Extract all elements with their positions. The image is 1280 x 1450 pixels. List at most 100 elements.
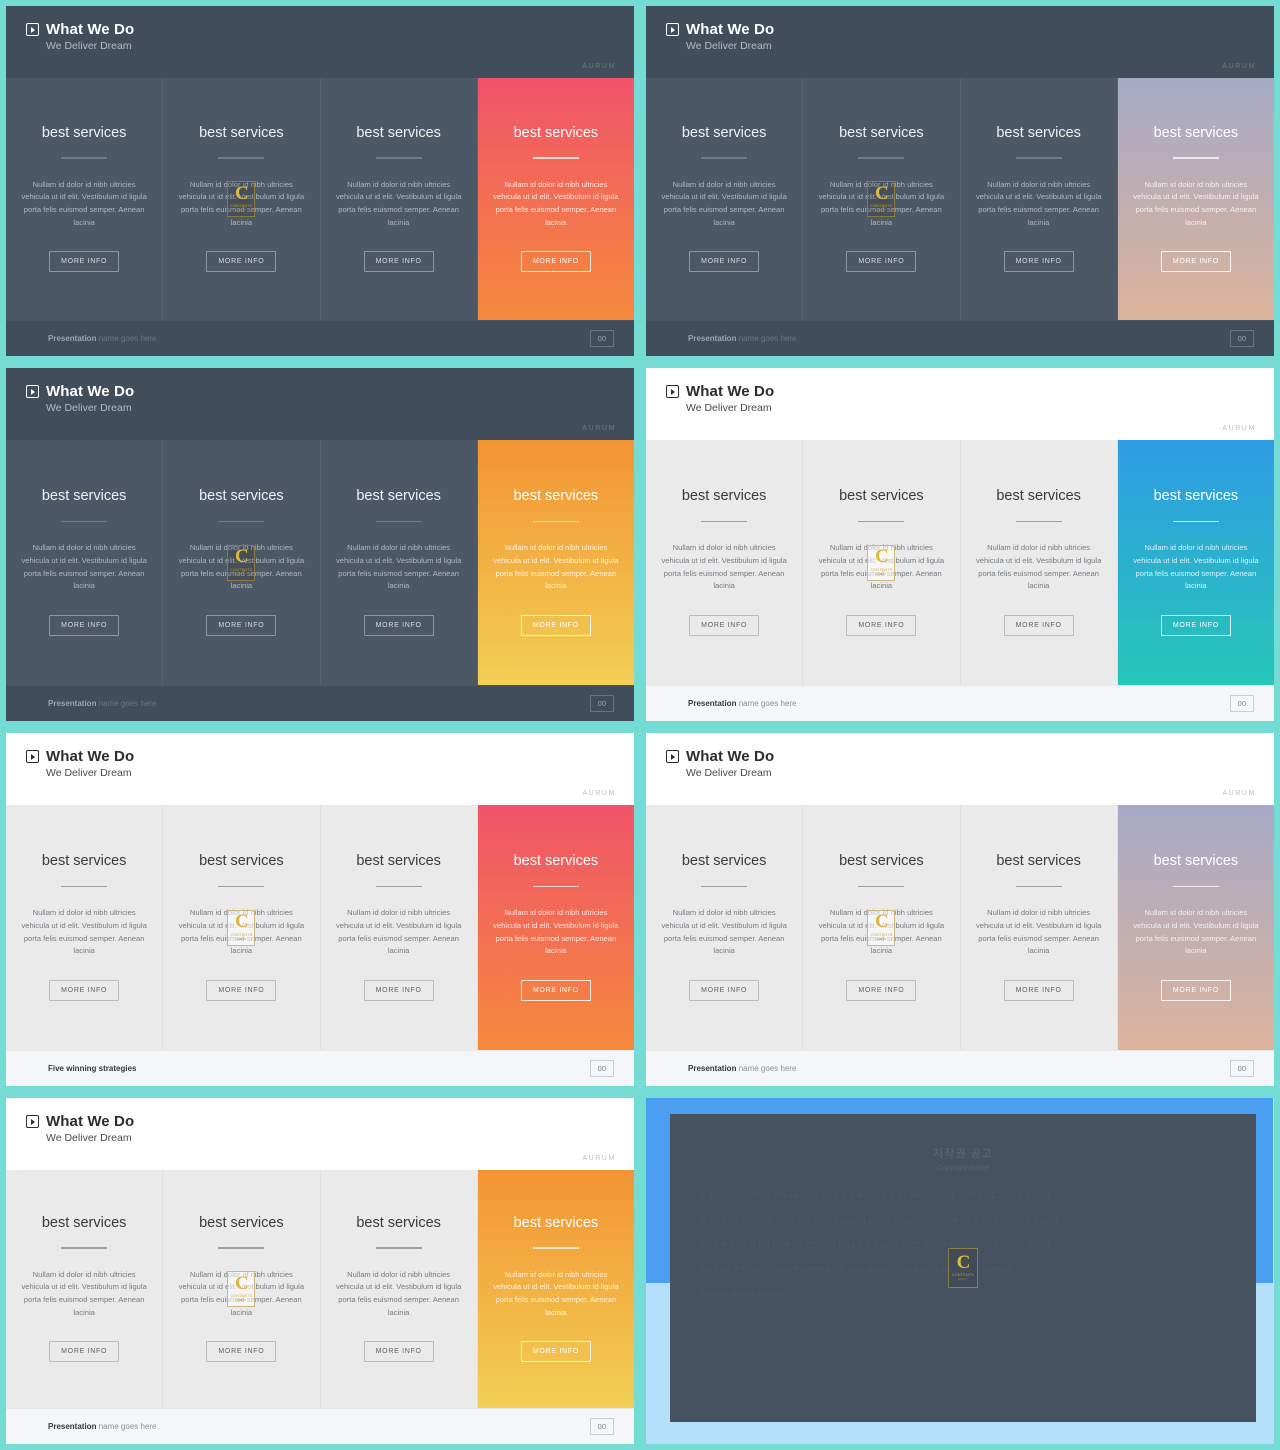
logo-letter: C <box>235 182 249 204</box>
service-card[interactable]: best services Nullam id dolor id nibh ul… <box>320 1170 478 1408</box>
logo-line2: FAMILY <box>957 1278 969 1282</box>
more-info-button[interactable]: MORE INFO <box>206 1341 277 1363</box>
cards-strip: best services Nullam id dolor id nibh ul… <box>6 805 634 1050</box>
more-info-button[interactable]: MORE INFO <box>520 979 591 1001</box>
logo-line1: CONTENTS <box>870 204 893 209</box>
footer-caption: Presentation name goes here <box>688 699 797 708</box>
more-info-button[interactable]: MORE INFO <box>846 614 917 636</box>
more-info-button[interactable]: MORE INFO <box>1003 979 1074 1001</box>
more-info-button[interactable]: MORE INFO <box>689 979 760 1001</box>
slide-5[interactable]: What We Do We Deliver Dream AURUM best s… <box>6 733 634 1086</box>
card-title: best services <box>199 124 284 141</box>
more-info-button[interactable]: MORE INFO <box>206 614 277 636</box>
more-info-button[interactable]: MORE INFO <box>520 251 591 273</box>
card-title: best services <box>199 1214 284 1231</box>
more-info-button[interactable]: MORE INFO <box>363 614 434 636</box>
more-info-button[interactable]: MORE INFO <box>49 1341 120 1363</box>
slide-footer: Presentation name goes here 00 <box>646 1050 1274 1086</box>
service-card[interactable]: best services Nullam id dolor id nibh ul… <box>960 440 1118 685</box>
service-card[interactable]: best services Nullam id dolor id nibh ul… <box>163 78 321 320</box>
card-title: best services <box>41 853 127 870</box>
more-info-button[interactable]: MORE INFO <box>49 979 120 1001</box>
service-card[interactable]: best services Nullam id dolor id nibh ul… <box>163 1170 321 1408</box>
more-info-button[interactable]: MORE INFO <box>520 1341 591 1363</box>
slide-footer: Presentation name goes here 00 <box>6 320 634 356</box>
slide-2[interactable]: What We Do We Deliver Dream AURUM best s… <box>646 6 1274 356</box>
slide-4[interactable]: What We Do We Deliver Dream AURUM best s… <box>646 368 1274 721</box>
service-card[interactable]: best services Nullam id dolor id nibh ul… <box>646 805 804 1050</box>
more-info-button[interactable]: MORE INFO <box>689 251 760 273</box>
card-divider <box>858 157 905 159</box>
service-card-accent[interactable]: best services Nullam id dolor id nibh ul… <box>477 78 634 320</box>
service-card[interactable]: best services Nullam id dolor id nibh ul… <box>6 805 164 1050</box>
service-card-accent[interactable]: best services Nullam id dolor id nibh ul… <box>1117 805 1274 1050</box>
more-info-button[interactable]: MORE INFO <box>363 979 434 1001</box>
service-card[interactable]: best services Nullam id dolor id nibh ul… <box>803 805 961 1050</box>
card-description: Nullam id dolor id nibh ultricies vehicu… <box>975 908 1102 956</box>
card-description: Nullam id dolor id nibh ultricies vehicu… <box>661 543 787 591</box>
slide-cell-1: What We Do We Deliver Dream AURUM best s… <box>0 0 640 362</box>
service-card-accent[interactable]: best services Nullam id dolor id nibh ul… <box>477 805 634 1050</box>
logo-letter: C <box>875 911 889 933</box>
service-card[interactable]: best services Nullam id dolor id nibh ul… <box>6 78 164 320</box>
card-title: best services <box>681 124 767 141</box>
more-info-button[interactable]: MORE INFO <box>1160 251 1231 273</box>
more-info-button[interactable]: MORE INFO <box>1003 251 1074 273</box>
page-title: What We Do <box>686 748 775 765</box>
service-card[interactable]: best services Nullam id dolor id nibh ul… <box>6 440 164 685</box>
page-subtitle: We Deliver Dream <box>46 40 132 52</box>
slide-cell-2: What We Do We Deliver Dream AURUM best s… <box>640 0 1280 362</box>
more-info-button[interactable]: MORE INFO <box>1160 614 1231 636</box>
card-description: Nullam id dolor id nibh ultricies vehicu… <box>1133 908 1259 956</box>
card-title: best services <box>41 124 127 141</box>
slide-grid: What We Do We Deliver Dream AURUM best s… <box>0 0 1280 1450</box>
service-card-accent[interactable]: best services Nullam id dolor id nibh ul… <box>1117 440 1274 685</box>
slide-6[interactable]: What We Do We Deliver Dream AURUM best s… <box>646 733 1274 1086</box>
card-description: Nullam id dolor id nibh ultricies vehicu… <box>335 1269 462 1317</box>
cards-strip: best services Nullam id dolor id nibh ul… <box>646 805 1274 1050</box>
cards-strip: best services Nullam id dolor id nibh ul… <box>6 1170 634 1408</box>
service-card[interactable]: best services Nullam id dolor id nibh ul… <box>320 440 478 685</box>
card-divider <box>218 520 265 523</box>
service-card[interactable]: best services Nullam id dolor id nibh ul… <box>320 78 478 320</box>
service-card[interactable]: best services Nullam id dolor id nibh ul… <box>960 78 1118 320</box>
service-card[interactable]: best services Nullam id dolor id nibh ul… <box>163 805 321 1050</box>
service-card[interactable]: best services Nullam id dolor id nibh ul… <box>646 78 804 320</box>
cards-strip: best services Nullam id dolor id nibh ul… <box>6 440 634 685</box>
card-description: Nullam id dolor id nibh ultricies vehicu… <box>21 543 147 591</box>
slide-cell-3: What We Do We Deliver Dream AURUM best s… <box>0 362 640 727</box>
more-info-button[interactable]: MORE INFO <box>689 614 760 636</box>
footer-caption: Presentation name goes here <box>48 1422 157 1431</box>
service-card-accent[interactable]: best services Nullam id dolor id nibh ul… <box>477 1170 634 1408</box>
more-info-button[interactable]: MORE INFO <box>206 251 277 273</box>
more-info-button[interactable]: MORE INFO <box>846 979 917 1001</box>
slide-7[interactable]: What We Do We Deliver Dream AURUM best s… <box>6 1098 634 1444</box>
logo-letter: C <box>956 1251 971 1273</box>
more-info-button[interactable]: MORE INFO <box>1160 979 1231 1001</box>
service-card[interactable]: best services Nullam id dolor id nibh ul… <box>320 805 478 1050</box>
service-card[interactable]: best services Nullam id dolor id nibh ul… <box>163 440 321 685</box>
service-card-accent[interactable]: best services Nullam id dolor id nibh ul… <box>1117 78 1274 320</box>
more-info-button[interactable]: MORE INFO <box>363 251 434 273</box>
service-card-accent[interactable]: best services Nullam id dolor id nibh ul… <box>477 440 634 685</box>
more-info-button[interactable]: MORE INFO <box>846 251 917 273</box>
more-info-button[interactable]: MORE INFO <box>363 1341 434 1363</box>
card-description: Nullam id dolor id nibh ultricies vehicu… <box>1133 543 1259 591</box>
more-info-button[interactable]: MORE INFO <box>1003 614 1074 636</box>
slide-3[interactable]: What We Do We Deliver Dream AURUM best s… <box>6 368 634 721</box>
card-divider <box>532 885 579 888</box>
service-card[interactable]: best services Nullam id dolor id nibh ul… <box>803 78 961 320</box>
more-info-button[interactable]: MORE INFO <box>49 614 120 636</box>
logo-letter: C <box>875 182 889 204</box>
slide-1[interactable]: What We Do We Deliver Dream AURUM best s… <box>6 6 634 356</box>
service-card[interactable]: best services Nullam id dolor id nibh ul… <box>6 1170 164 1408</box>
logo-line1: CONTENTS <box>230 204 253 209</box>
service-card[interactable]: best services Nullam id dolor id nibh ul… <box>803 440 961 685</box>
more-info-button[interactable]: MORE INFO <box>49 251 120 273</box>
footer-caption: Presentation name goes here <box>688 1064 797 1073</box>
more-info-button[interactable]: MORE INFO <box>520 614 591 636</box>
service-card[interactable]: best services Nullam id dolor id nibh ul… <box>960 805 1118 1050</box>
card-divider <box>701 520 748 523</box>
more-info-button[interactable]: MORE INFO <box>206 979 277 1001</box>
service-card[interactable]: best services Nullam id dolor id nibh ul… <box>646 440 804 685</box>
